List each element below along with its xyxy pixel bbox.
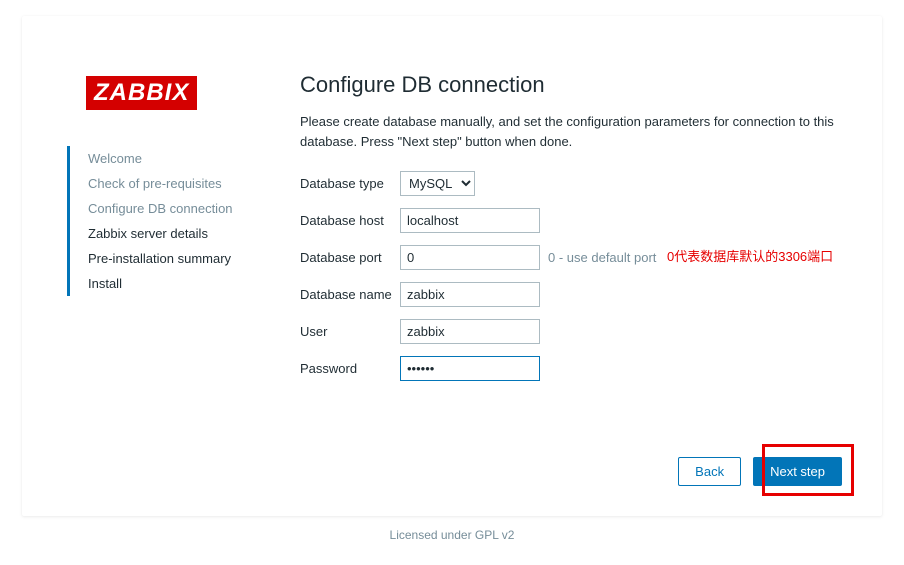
install-card: ZABBIX Welcome Check of pre-requisites C… (22, 16, 882, 516)
input-db-host[interactable] (400, 208, 540, 233)
next-step-button[interactable]: Next step (753, 457, 842, 486)
sidebar-item-summary: Pre-installation summary (88, 246, 267, 271)
row-user: User (300, 319, 842, 344)
input-password[interactable] (400, 356, 540, 381)
row-db-type: Database type MySQL (300, 171, 842, 196)
red-annotation: 0代表数据库默认的3306端口 (667, 246, 833, 265)
input-db-port[interactable] (400, 245, 540, 270)
page-heading: Configure DB connection (300, 72, 842, 98)
sidebar-item-prerequisites: Check of pre-requisites (88, 171, 267, 196)
button-bar: Back Next step (678, 457, 842, 486)
sidebar-item-db-connection: Configure DB connection (88, 196, 267, 221)
footer-text: Licensed under GPL v2 (0, 528, 904, 542)
label-db-name: Database name (300, 287, 400, 302)
back-button[interactable]: Back (678, 457, 741, 486)
label-db-host: Database host (300, 213, 400, 228)
input-db-name[interactable] (400, 282, 540, 307)
zabbix-logo: ZABBIX (86, 76, 197, 110)
row-db-name: Database name (300, 282, 842, 307)
row-db-host: Database host (300, 208, 842, 233)
page-description: Please create database manually, and set… (300, 112, 842, 151)
sidebar-item-server-details: Zabbix server details (88, 221, 267, 246)
label-db-port: Database port (300, 250, 400, 265)
row-password: Password (300, 356, 842, 381)
sidebar-item-install: Install (88, 271, 267, 296)
hint-db-port: 0 - use default port (548, 250, 656, 265)
main-content: Configure DB connection Please create da… (300, 72, 842, 393)
sidebar: Welcome Check of pre-requisites Configur… (67, 146, 267, 296)
sidebar-item-welcome: Welcome (88, 146, 267, 171)
logo-wrap: ZABBIX (86, 76, 197, 110)
input-user[interactable] (400, 319, 540, 344)
label-user: User (300, 324, 400, 339)
select-db-type[interactable]: MySQL (400, 171, 475, 196)
label-db-type: Database type (300, 176, 400, 191)
label-password: Password (300, 361, 400, 376)
